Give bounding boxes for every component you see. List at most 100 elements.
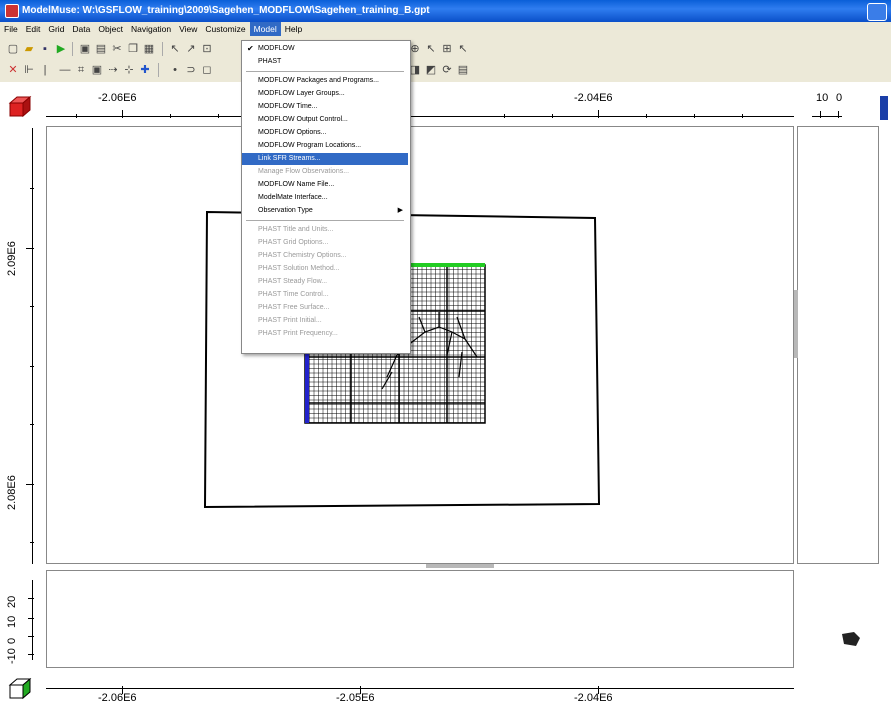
menu-item[interactable]: PHAST Solution Method... [242, 263, 408, 275]
ruler-label: 0 [6, 637, 18, 644]
menu-separator [246, 220, 404, 221]
table-icon[interactable]: ▤ [456, 63, 470, 77]
open-file-icon[interactable]: ▰ [22, 42, 36, 56]
menu-item-label: MODFLOW Output Control... [258, 116, 348, 123]
ruler-label: 2.08E6 [6, 475, 18, 510]
menu-view[interactable]: View [175, 22, 201, 36]
column-line-icon[interactable]: | [38, 63, 52, 77]
menu-item[interactable]: PHAST [242, 56, 408, 68]
ruler-label: -2.06E6 [98, 692, 137, 704]
menu-item-label: PHAST Print Frequency... [258, 330, 338, 337]
menu-item[interactable]: Observation Type ▶ [242, 205, 408, 217]
menu-item[interactable]: PHAST Print Frequency... [242, 328, 408, 340]
ruler-label: -10 [6, 648, 18, 664]
ruler-label: -2.04E6 [574, 92, 613, 104]
menu-item[interactable]: MODFLOW Options... [242, 127, 408, 139]
menu-help[interactable]: Help [281, 22, 306, 36]
select-point-icon[interactable]: ↗ [184, 42, 198, 56]
view-cube-front-icon[interactable] [8, 676, 32, 700]
menu-edit[interactable]: Edit [22, 22, 45, 36]
top-view-panel[interactable] [46, 126, 794, 564]
model-drawing [203, 210, 601, 509]
menu-grid[interactable]: Grid [44, 22, 68, 36]
menu-file[interactable]: File [0, 22, 22, 36]
menu-item-label: PHAST Print Initial... [258, 317, 322, 324]
grid-icon[interactable]: ⌗ [74, 63, 88, 77]
menu-item-label: Observation Type [258, 207, 313, 214]
menu-item[interactable]: MODFLOW Output Control... [242, 114, 408, 126]
menu-item-label: MODFLOW [258, 45, 295, 52]
menu-item[interactable]: PHAST Chemistry Options... [242, 250, 408, 262]
point-object-icon[interactable]: • [168, 63, 182, 77]
add-point-icon[interactable]: ✚ [138, 63, 152, 77]
window-control-button[interactable] [867, 3, 887, 21]
refresh-icon[interactable]: ⟳ [440, 63, 454, 77]
menu-item[interactable]: PHAST Grid Options... [242, 237, 408, 249]
menu-item-label: PHAST Grid Options... [258, 239, 329, 246]
bottom-ruler: -2.06E6 -2.05E6 -2.04E6 [46, 678, 794, 712]
front-left-ruler: 20 10 0 -10 [0, 572, 44, 668]
zoom-icon[interactable]: ↖ [424, 42, 438, 56]
menu-item[interactable]: PHAST Time Control... [242, 289, 408, 301]
paste-icon[interactable]: ▦ [142, 42, 156, 56]
menu-item[interactable]: ModelMate Interface... [242, 192, 408, 204]
horizontal-splitter[interactable] [426, 564, 494, 568]
save-icon[interactable]: ▪ [38, 42, 52, 56]
menu-item-label: PHAST Free Surface... [258, 304, 330, 311]
menu-item-label: Link SFR Streams... [258, 155, 321, 162]
menu-item[interactable]: MODFLOW Program Locations... [242, 140, 408, 152]
zoom-extent-icon[interactable]: ⊞ [440, 42, 454, 56]
menu-item[interactable]: MODFLOW Layer Groups... [242, 88, 408, 100]
select-arrow-icon[interactable]: ↖ [168, 42, 182, 56]
polygon-object-icon[interactable]: ◻ [200, 63, 214, 77]
menu-item-label: MODFLOW Program Locations... [258, 142, 362, 149]
ruler-label: 0 [836, 92, 843, 104]
menu-object[interactable]: Object [94, 22, 127, 36]
view-cube-top-icon[interactable] [8, 94, 32, 118]
menu-item-label: PHAST Chemistry Options... [258, 252, 347, 259]
hide-icon[interactable]: ◩ [424, 63, 438, 77]
menu-navigation[interactable]: Navigation [127, 22, 175, 36]
menu-item[interactable]: PHAST Print Initial... [242, 315, 408, 327]
ruler-label: 2.09E6 [6, 241, 18, 276]
menu-item[interactable]: MODFLOW Packages and Programs... [242, 75, 408, 87]
vertical-splitter[interactable] [794, 290, 798, 358]
menu-item[interactable]: MODFLOW Time... [242, 101, 408, 113]
preview-icon[interactable]: ▤ [94, 42, 108, 56]
toolbar-main: ▢ ▰ ▪ ▶ ▣ ▤ ✂ ❐ ▦ ↖ ↗ ⊡ ⊕ ↖ ⊞ ↖ [0, 39, 891, 59]
select-box-icon[interactable]: ⊡ [200, 42, 214, 56]
row-line-icon[interactable]: — [58, 63, 72, 77]
ruler-label: 10 [816, 92, 829, 104]
run-icon[interactable]: ▶ [54, 42, 68, 56]
menu-separator [246, 71, 404, 72]
delete-icon[interactable]: ✕ [6, 63, 20, 77]
polyline-object-icon[interactable]: ⊃ [184, 63, 198, 77]
grid-spacing-icon[interactable]: ⊹ [122, 63, 136, 77]
menu-item[interactable]: Link SFR Streams... [242, 153, 408, 165]
window-title: ModelMuse: W:\GSFLOW_training\2009\Sageh… [22, 5, 430, 16]
submenu-arrow-icon: ▶ [397, 207, 403, 214]
new-file-icon[interactable]: ▢ [6, 42, 20, 56]
menu-item[interactable]: Manage Flow Observations... [242, 166, 408, 178]
cut-icon[interactable]: ✂ [110, 42, 124, 56]
menu-item[interactable]: ✔ MODFLOW [242, 43, 408, 55]
menu-item[interactable]: PHAST Steady Flow... [242, 276, 408, 288]
menu-item[interactable]: PHAST Title and Units... [242, 224, 408, 236]
menu-model[interactable]: Model [249, 22, 281, 36]
menu-item-label: MODFLOW Packages and Programs... [258, 77, 379, 84]
print-icon[interactable]: ▣ [78, 42, 92, 56]
copy-icon[interactable]: ❐ [126, 42, 140, 56]
menu-customize[interactable]: Customize [201, 22, 249, 36]
grid-frame-icon[interactable]: ▣ [90, 63, 104, 77]
menu-item[interactable]: MODFLOW Name File... [242, 179, 408, 191]
side-edge-marker [880, 96, 888, 120]
ruler-label: -2.04E6 [574, 692, 613, 704]
grid-move-icon[interactable]: ⇢ [106, 63, 120, 77]
pan-icon[interactable]: ↖ [456, 42, 470, 56]
menu-item-label: PHAST Title and Units... [258, 226, 334, 233]
front-view-panel[interactable] [46, 570, 794, 668]
side-view-panel[interactable] [797, 126, 879, 564]
menu-item[interactable]: PHAST Free Surface... [242, 302, 408, 314]
menu-data[interactable]: Data [68, 22, 94, 36]
add-column-icon[interactable]: ⊩ [22, 63, 36, 77]
